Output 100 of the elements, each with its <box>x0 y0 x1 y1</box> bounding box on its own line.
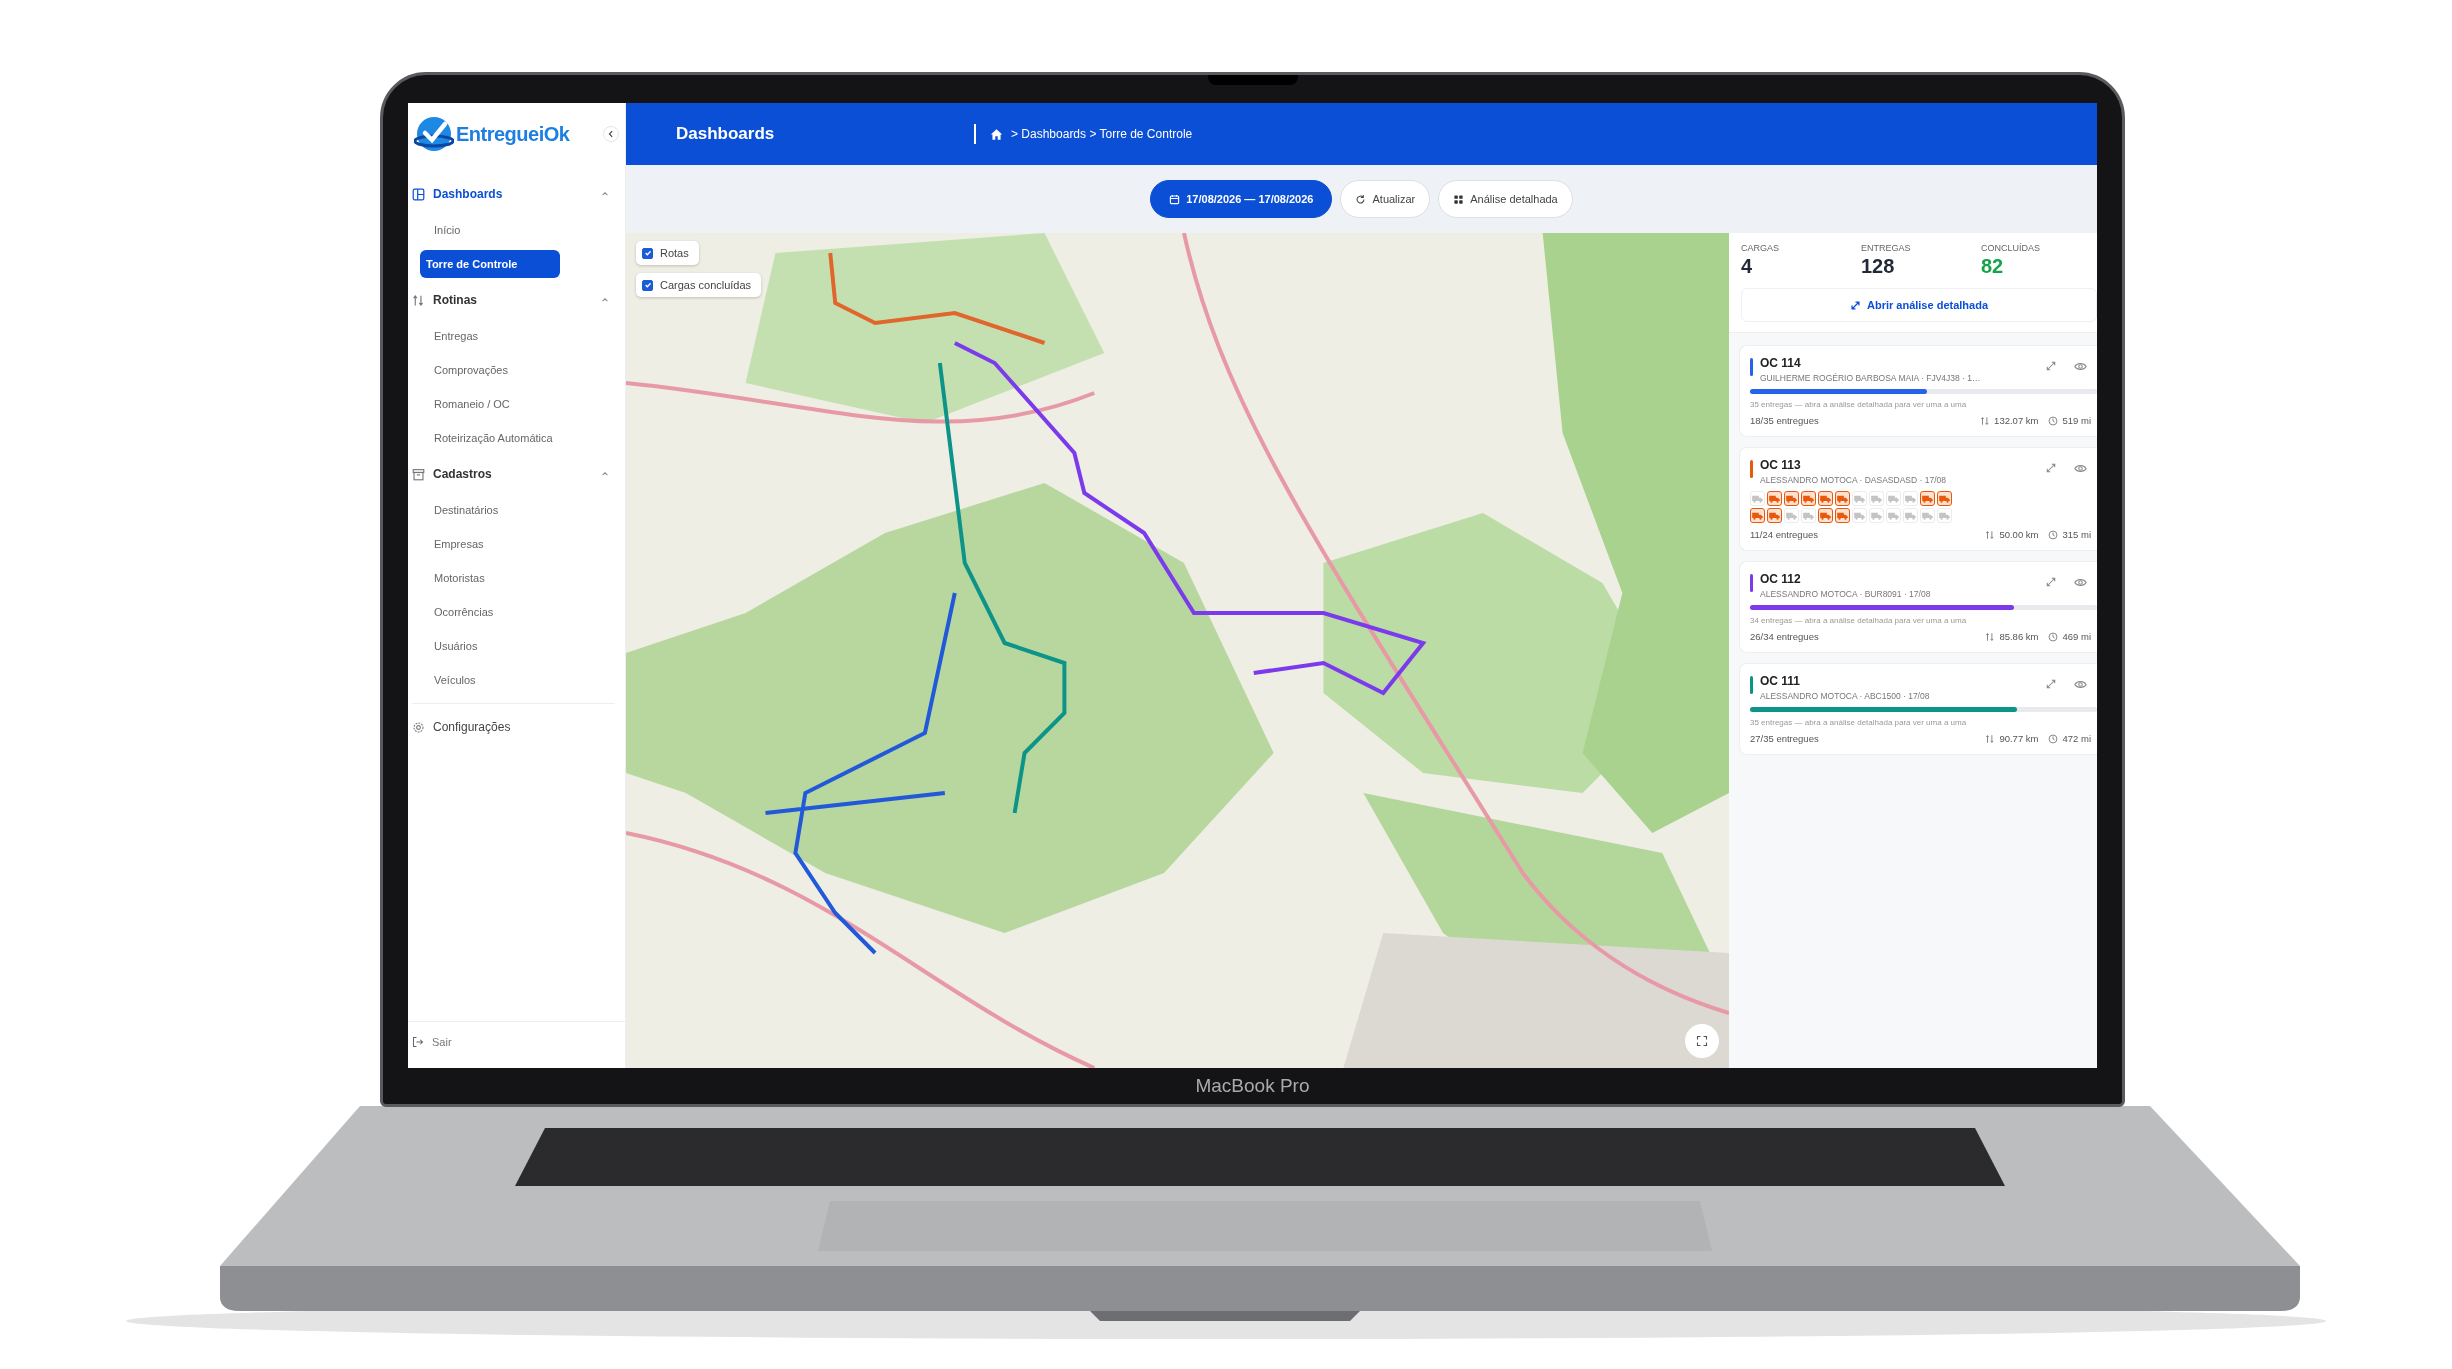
load-title: OC 114 <box>1760 356 1802 370</box>
load-card[interactable]: OC 112 ALESSANDRO MOTOCA · BUR8091 · 17/08 34 entregas — abra a análise detalhada para ver uma a uma 26/34 entregues 85.86 km 469 mi <box>1739 561 2097 653</box>
laptop-model-label: MacBook Pro <box>1195 1075 1310 1097</box>
load-card[interactable]: OC 114 GUILHERME ROGÉRIO BARBOSA MAIA · FJV4J38 · 1… 35 entregas — abra a análise detalhada para ver uma a uma 18/35 entregues 132.07 km 519 mi <box>1739 345 2097 437</box>
stop-tile[interactable] <box>1818 508 1833 523</box>
stop-tile[interactable] <box>1784 491 1799 506</box>
nav-item[interactable]: Início <box>420 213 609 247</box>
collapse-button[interactable] <box>603 126 619 142</box>
stop-tile[interactable] <box>1818 491 1833 506</box>
load-card[interactable]: OC 111 ALESSANDRO MOTOCA · ABC1500 · 17/08 35 entregas — abra a análise detalhada para ver uma a uma 27/35 entregues 90.77 km 472 mi <box>1739 663 2097 755</box>
eye-icon[interactable] <box>2074 462 2087 475</box>
stop-tile[interactable] <box>1767 491 1782 506</box>
truck-icon <box>1871 494 1882 503</box>
load-title: OC 111 <box>1760 674 1802 688</box>
stop-tile[interactable] <box>1750 508 1765 523</box>
route-icon <box>1985 529 1996 540</box>
delivered-count: 27/35 entregues <box>1750 733 1819 744</box>
eye-icon[interactable] <box>2074 576 2087 589</box>
nav-item[interactable]: Destinatários <box>420 493 609 527</box>
stop-tile[interactable] <box>1767 508 1782 523</box>
nav-section[interactable]: Dashboards <box>412 175 615 213</box>
layer-toggle[interactable]: Cargas concluídas <box>636 273 762 297</box>
truck-icon <box>1820 511 1831 520</box>
nav-section[interactable]: Rotinas <box>412 281 615 319</box>
distance: 85.86 km <box>1999 631 2039 642</box>
nav-item[interactable]: Entregas <box>420 319 609 353</box>
clock-icon <box>2048 733 2059 744</box>
stat-label: CARGAS <box>1741 243 1780 253</box>
truck-icon <box>1905 511 1916 520</box>
load-note: 35 entregas — abra a análise detalhada para ver uma a uma <box>1750 718 1968 727</box>
nav-item[interactable]: Motoristas <box>420 561 609 595</box>
chevron-up-icon <box>601 470 609 478</box>
truck-icon <box>1854 494 1865 503</box>
nav-item[interactable]: Romaneio / OC <box>420 387 609 421</box>
breadcrumb: > Dashboards > Torre de Controle <box>1011 127 1193 141</box>
load-title: OC 113 <box>1760 458 1802 472</box>
eye-icon[interactable] <box>2074 360 2087 373</box>
open-analysis-button[interactable]: Abrir análise detalhada <box>1741 288 2097 322</box>
logout-link[interactable]: Sair <box>408 1021 625 1068</box>
stop-tile[interactable] <box>1835 491 1850 506</box>
clock-icon <box>2048 631 2059 642</box>
load-title: OC 112 <box>1760 572 1802 586</box>
settings-icon <box>412 720 425 734</box>
route-icon <box>1985 631 1996 642</box>
truck-icon <box>1837 494 1848 503</box>
grid-icon <box>1453 193 1465 205</box>
expand-icon[interactable] <box>2045 576 2057 588</box>
refresh-button[interactable]: Atualizar <box>1340 180 1431 218</box>
stop-tile[interactable] <box>1801 491 1816 506</box>
clock-icon <box>2048 529 2059 540</box>
home-icon[interactable] <box>990 127 1003 141</box>
nav-item[interactable]: Torre de Controle <box>420 250 560 278</box>
stat-label: CONCLUÍDAS <box>1981 243 2041 253</box>
load-subtitle: ALESSANDRO MOTOCA · ABC1500 · 17/08 <box>1760 691 1931 701</box>
truck-icon <box>1939 494 1950 503</box>
route-icon <box>1980 415 1991 426</box>
load-note: 34 entregas — abra a análise detalhada para ver uma a uma <box>1750 616 1968 625</box>
stat-value: 82 <box>1981 255 2005 278</box>
chevron-up-icon <box>601 190 609 198</box>
nav-item[interactable]: Comprovações <box>420 353 609 387</box>
truck-icon <box>1803 494 1814 503</box>
eye-icon[interactable] <box>2074 678 2087 691</box>
nav-item[interactable]: Roteirização Automática <box>420 421 609 455</box>
stop-tile[interactable] <box>1937 491 1952 506</box>
truck-icon <box>1888 511 1899 520</box>
date-range-button[interactable]: 17/08/2026 — 17/08/2026 <box>1150 180 1333 218</box>
duration: 519 mi <box>2062 415 2091 426</box>
fullscreen-icon <box>1696 1035 1708 1047</box>
stop-tile[interactable] <box>1835 508 1850 523</box>
nav-section[interactable]: Cadastros <box>412 455 615 493</box>
page-title: Dashboards <box>676 124 776 144</box>
nav-item[interactable]: Empresas <box>420 527 609 561</box>
distance: 90.77 km <box>1999 733 2039 744</box>
stat-label: ENTREGAS <box>1861 243 1912 253</box>
settings-link[interactable]: Configurações <box>412 710 615 744</box>
refresh-icon <box>1355 193 1367 205</box>
stop-tile[interactable] <box>1920 491 1935 506</box>
expand-icon <box>1849 299 1861 311</box>
clock-icon <box>2048 415 2059 426</box>
truck-icon <box>1803 511 1814 520</box>
checkbox[interactable] <box>642 247 653 259</box>
chevron-left-icon <box>607 130 615 138</box>
load-note: 35 entregas — abra a análise detalhada para ver uma a uma <box>1750 400 1968 409</box>
truck-icon <box>1939 511 1950 520</box>
expand-icon[interactable] <box>2045 360 2057 372</box>
checkbox[interactable] <box>642 279 653 291</box>
expand-icon[interactable] <box>2045 462 2057 474</box>
nav-item[interactable]: Ocorrências <box>420 595 609 629</box>
truck-icon <box>1837 511 1848 520</box>
truck-icon <box>1752 494 1763 503</box>
archive-icon <box>412 467 425 481</box>
load-card[interactable]: OC 113 ALESSANDRO MOTOCA · DASASDASD · 17/08 11/24 entregues 50.00 km 315 mi <box>1739 447 2097 551</box>
details-button[interactable]: Análise detalhada <box>1438 180 1573 218</box>
duration: 472 mi <box>2062 733 2091 744</box>
delivered-count: 26/34 entregues <box>1750 631 1819 642</box>
layer-toggle[interactable]: Rotas <box>636 241 699 265</box>
nav-item[interactable]: Veículos <box>420 663 609 697</box>
chevron-up-icon <box>601 296 609 304</box>
nav-item[interactable]: Usuários <box>420 629 609 663</box>
expand-icon[interactable] <box>2045 678 2057 690</box>
